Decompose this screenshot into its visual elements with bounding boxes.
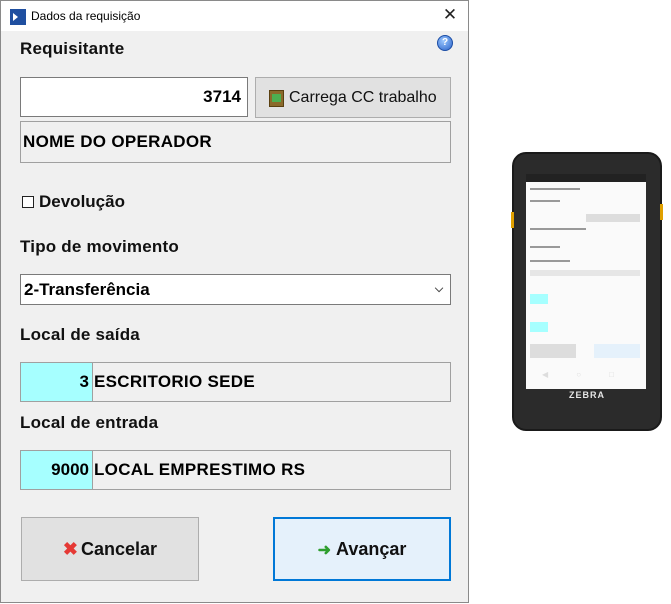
movimento-select[interactable]: 2-Transferência ⌵ [20, 274, 451, 305]
phone-ui-line [530, 246, 560, 248]
phone-ui-button [594, 344, 640, 358]
cancel-button[interactable]: ✖ Cancelar [21, 517, 199, 581]
cancel-x-icon: ✖ [62, 539, 79, 559]
phone-side-key-left [511, 212, 514, 228]
app-icon [10, 9, 26, 25]
phone-ui-button [586, 214, 640, 222]
title-bar: Dados da requisição ✕ [1, 1, 468, 31]
dialog-title: Dados da requisição [31, 9, 141, 23]
phone-illustration: ◀ ○ □ ZEBRA [511, 152, 663, 431]
phone-ui-select [530, 270, 640, 276]
next-label: Avançar [336, 539, 407, 559]
devolucao-checkbox[interactable] [22, 196, 34, 208]
movimento-label: Tipo de movimento [20, 237, 179, 256]
phone-ui-code [530, 294, 548, 304]
chevron-down-icon[interactable]: ⌵ [428, 275, 450, 304]
phone-brand: ZEBRA [569, 390, 605, 400]
entrada-code[interactable]: 9000 [21, 451, 93, 489]
requisitante-code-input[interactable]: 3714 [20, 77, 248, 117]
phone-ui-line [530, 188, 580, 190]
entrada-label: Local de entrada [20, 413, 159, 432]
clipboard-icon [269, 90, 284, 107]
movimento-selected-value: 2-Transferência [24, 280, 150, 299]
phone-screen [526, 174, 646, 389]
phone-nav-bar: ◀ ○ □ [528, 370, 628, 382]
entrada-field[interactable]: 9000 LOCAL EMPRESTIMO RS [20, 450, 451, 490]
saida-field[interactable]: 3 ESCRITORIO SEDE [20, 362, 451, 402]
help-icon[interactable]: ? [437, 35, 453, 51]
saida-code[interactable]: 3 [21, 363, 93, 401]
entrada-name: LOCAL EMPRESTIMO RS [94, 460, 306, 479]
phone-status-bar [526, 174, 646, 182]
back-icon: ◀ [542, 370, 549, 379]
saida-name: ESCRITORIO SEDE [94, 372, 255, 391]
phone-ui-code [530, 322, 548, 332]
operator-name: NOME DO OPERADOR [20, 121, 451, 163]
home-icon: ○ [576, 370, 582, 379]
phone-ui-line [530, 260, 570, 262]
saida-label: Local de saída [20, 325, 140, 344]
phone-ui-line [530, 228, 586, 230]
devolucao-label[interactable]: Devolução [39, 192, 125, 212]
phone-side-key-right [660, 204, 663, 220]
load-cc-label: Carrega CC trabalho [289, 89, 437, 106]
next-button[interactable]: ➜ Avançar [273, 517, 451, 581]
phone-ui-button [530, 344, 576, 358]
arrow-right-icon: ➜ [317, 542, 332, 559]
phone-ui-line [530, 200, 560, 202]
load-cc-button[interactable]: Carrega CC trabalho [255, 77, 451, 118]
requisitante-label: Requisitante [20, 39, 125, 58]
recents-icon: □ [609, 370, 614, 379]
cancel-label: Cancelar [81, 539, 158, 559]
close-button[interactable]: ✕ [438, 3, 462, 27]
requisition-dialog: Dados da requisição ✕ Requisitante ? 371… [0, 0, 469, 603]
